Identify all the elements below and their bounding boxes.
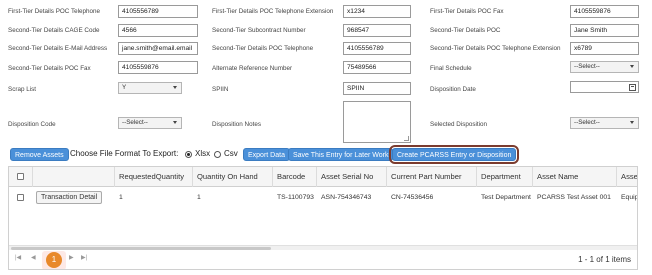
spiin-input[interactable]: SPIIN <box>343 82 411 95</box>
cell-quantity-on-hand: 1 <box>197 194 201 201</box>
prev-page-icon[interactable]: ◀ <box>31 254 36 261</box>
first-tier-poc-phone-input[interactable]: 4105556789 <box>118 5 198 18</box>
first-tier-poc-phone-ext-label: First-Tier Details POC Telephone Extensi… <box>212 8 334 15</box>
resize-grip-icon[interactable] <box>404 136 409 141</box>
final-schedule-value: --Select-- <box>574 63 600 70</box>
scrollbar-thumb[interactable] <box>11 247 271 250</box>
first-tier-poc-fax-label: First-Tier Details POC Fax <box>430 8 504 15</box>
cell-requested-quantity: 1 <box>119 194 123 201</box>
csv-radio[interactable] <box>214 151 221 158</box>
disposition-notes-textarea[interactable] <box>343 101 411 143</box>
disposition-date-label: Disposition Date <box>430 86 476 93</box>
column-header[interactable] <box>33 167 115 187</box>
next-page-icon[interactable]: ▶ <box>69 254 74 261</box>
scrap-list-select[interactable]: Y <box>118 82 182 94</box>
disposition-code-value: --Select-- <box>122 119 148 126</box>
chevron-down-icon <box>173 86 177 89</box>
create-pcarss-entry-button[interactable]: Create PCARSS Entry or Disposition <box>388 145 520 164</box>
chevron-down-icon <box>630 65 634 68</box>
second-tier-poc-input[interactable]: Jane Smith <box>570 24 639 37</box>
alternate-reference-input[interactable]: 75489566 <box>343 61 411 74</box>
second-tier-poc-label: Second-Tier Details POC <box>430 27 501 34</box>
alternate-reference-label: Alternate Reference Number <box>212 65 293 72</box>
cell-barcode: TS-1100793 <box>277 194 314 201</box>
disposition-date-input[interactable] <box>570 81 639 93</box>
column-header-department[interactable]: Department <box>477 167 533 187</box>
first-page-icon[interactable]: |◀ <box>15 254 21 261</box>
last-page-icon[interactable]: ▶| <box>81 254 87 261</box>
cell-asset-more: Equip <box>621 194 638 201</box>
disposition-notes-label: Disposition Notes <box>212 121 261 128</box>
pager: |◀ ◀ 1 ▶ ▶| 1 - 1 of 1 items <box>9 251 637 269</box>
disposition-code-label: Disposition Code <box>8 121 56 128</box>
csv-radio-label: Csv <box>224 149 238 158</box>
cell-asset-serial-no: ASN-754346743 <box>321 194 372 201</box>
first-tier-poc-fax-input[interactable]: 4105559876 <box>570 5 639 18</box>
export-data-button[interactable]: Export Data <box>243 148 290 161</box>
xlsx-radio[interactable] <box>185 151 192 158</box>
column-header-quantity-on-hand[interactable]: Quantity On Hand <box>193 167 273 187</box>
transaction-detail-button[interactable]: Transaction Detail <box>36 191 103 204</box>
second-tier-cage-label: Second-Tier Details CAGE Code <box>8 27 100 34</box>
column-header-asset-serial-no[interactable]: Asset Serial No <box>317 167 387 187</box>
cell-department: Test Department <box>481 194 531 201</box>
second-tier-subcontract-label: Second-Tier Subcontract Number <box>212 27 306 34</box>
column-header-barcode[interactable]: Barcode <box>273 167 317 187</box>
xlsx-radio-label: Xlsx <box>195 149 211 158</box>
select-all-header <box>9 167 33 187</box>
final-schedule-select[interactable]: --Select-- <box>570 61 639 73</box>
column-header-asset-more[interactable]: Asse <box>617 167 637 187</box>
table-row[interactable]: Transaction Detail 1 1 TS-1100793 ASN-75… <box>9 187 637 209</box>
chevron-down-icon <box>173 121 177 124</box>
first-tier-poc-phone-ext-input[interactable]: x1234 <box>343 5 411 18</box>
selected-disposition-label: Selected Disposition <box>430 121 488 128</box>
cell-asset-name: PCARSS Test Asset 001 <box>537 194 611 201</box>
pager-info: 1 - 1 of 1 items <box>578 255 631 264</box>
horizontal-scrollbar[interactable] <box>9 245 637 250</box>
row-checkbox[interactable] <box>17 194 24 201</box>
second-tier-subcontract-input[interactable]: 968547 <box>343 24 411 37</box>
select-all-checkbox[interactable] <box>17 173 24 180</box>
column-header-current-part-number[interactable]: Current Part Number <box>387 167 477 187</box>
asset-grid: RequestedQuantity Quantity On Hand Barco… <box>8 166 638 270</box>
grid-header: RequestedQuantity Quantity On Hand Barco… <box>9 167 637 187</box>
selected-disposition-select[interactable]: --Select-- <box>570 117 639 129</box>
remove-assets-button[interactable]: Remove Assets <box>10 148 69 161</box>
second-tier-poc-phone-label: Second-Tier Details POC Telephone <box>212 45 314 52</box>
cell-current-part-number: CN-74536456 <box>391 194 434 201</box>
second-tier-poc-phone-input[interactable]: 4105556789 <box>343 42 411 55</box>
second-tier-cage-input[interactable]: 4566 <box>118 24 198 37</box>
final-schedule-label: Final Schedule <box>430 65 472 72</box>
second-tier-email-input[interactable]: jane.smith@email.email <box>118 42 198 55</box>
second-tier-poc-fax-input[interactable]: 4105559876 <box>118 61 198 74</box>
grid-toolbar: Remove Assets Choose File Format To Expo… <box>0 145 652 164</box>
spiin-label: SPIIN <box>212 86 229 93</box>
second-tier-poc-fax-label: Second-Tier Details POC Fax <box>8 65 91 72</box>
scrap-list-label: Scrap List <box>8 86 36 93</box>
selected-disposition-value: --Select-- <box>574 119 600 126</box>
second-tier-email-label: Second-Tier Details E-Mail Address <box>8 45 108 52</box>
calendar-icon[interactable] <box>629 84 636 91</box>
column-header-asset-name[interactable]: Asset Name <box>533 167 617 187</box>
file-format-label: Choose File Format To Export: <box>70 149 179 158</box>
second-tier-poc-phone-ext-input[interactable]: x6789 <box>570 42 639 55</box>
chevron-down-icon <box>630 121 634 124</box>
page-number-button[interactable]: 1 <box>46 252 62 268</box>
second-tier-poc-phone-ext-label: Second-Tier Details POC Telephone Extens… <box>430 45 561 52</box>
column-header-requested-quantity[interactable]: RequestedQuantity <box>115 167 193 187</box>
save-entry-button[interactable]: Save This Entry for Later Work <box>288 148 394 161</box>
first-tier-poc-phone-label: First-Tier Details POC Telephone <box>8 8 101 15</box>
disposition-code-select[interactable]: --Select-- <box>118 117 182 129</box>
scrap-list-value: Y <box>122 84 127 91</box>
